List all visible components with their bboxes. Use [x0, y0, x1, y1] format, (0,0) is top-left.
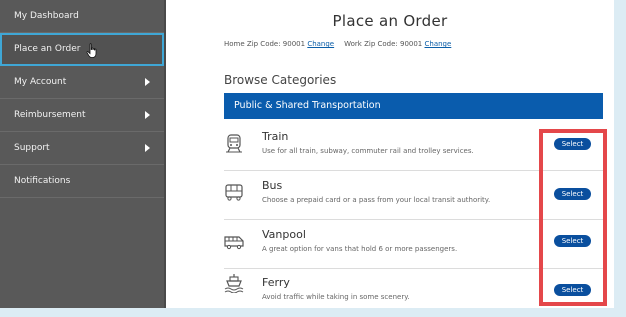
sidebar-item-label: Reimbursement	[14, 110, 86, 120]
sidebar-item-dashboard[interactable]: My Dashboard	[0, 0, 164, 33]
item-description: A great option for vans that hold 6 or m…	[262, 245, 458, 253]
highlight-annotation-box	[539, 129, 607, 306]
item-name: Ferry	[262, 276, 290, 289]
sidebar-item-label: Notifications	[14, 176, 71, 186]
item-description: Choose a prepaid card or a pass from you…	[262, 196, 491, 204]
train-icon	[226, 134, 242, 153]
home-zip-label: Home Zip Code: 90001	[224, 40, 306, 48]
browse-categories-heading: Browse Categories	[224, 73, 337, 87]
change-home-zip-link[interactable]: Change	[307, 40, 334, 48]
bus-icon	[225, 184, 243, 201]
sidebar: My Dashboard Place an Order My Account R…	[0, 0, 166, 308]
sidebar-item-place-order[interactable]: Place an Order	[0, 33, 164, 66]
hand-cursor-icon	[86, 43, 97, 58]
sidebar-item-support[interactable]: Support	[0, 132, 164, 165]
page-title: Place an Order	[332, 12, 448, 30]
item-name: Vanpool	[262, 228, 306, 241]
ferry-icon	[224, 274, 244, 293]
item-name: Train	[262, 130, 289, 143]
caret-right-icon	[145, 144, 150, 152]
zip-code-info: Home Zip Code: 90001 Change Work Zip Code…	[224, 40, 451, 48]
change-work-zip-link[interactable]: Change	[425, 40, 452, 48]
item-description: Avoid traffic while taking in some scene…	[262, 293, 410, 301]
van-icon	[224, 236, 244, 250]
sidebar-item-notifications[interactable]: Notifications	[0, 165, 164, 198]
work-zip-label: Work Zip Code: 90001	[344, 40, 423, 48]
sidebar-item-label: My Account	[14, 77, 67, 87]
sidebar-item-my-account[interactable]: My Account	[0, 66, 164, 99]
caret-right-icon	[145, 78, 150, 86]
sidebar-item-label: Place an Order	[14, 44, 81, 54]
sidebar-item-label: My Dashboard	[14, 11, 79, 21]
sidebar-item-reimbursement[interactable]: Reimbursement	[0, 99, 164, 132]
category-header[interactable]: Public & Shared Transportation	[224, 93, 603, 119]
sidebar-item-label: Support	[14, 143, 50, 153]
item-description: Use for all train, subway, commuter rail…	[262, 147, 474, 155]
app-frame: My Dashboard Place an Order My Account R…	[0, 0, 626, 308]
caret-right-icon	[145, 111, 150, 119]
item-name: Bus	[262, 179, 283, 192]
